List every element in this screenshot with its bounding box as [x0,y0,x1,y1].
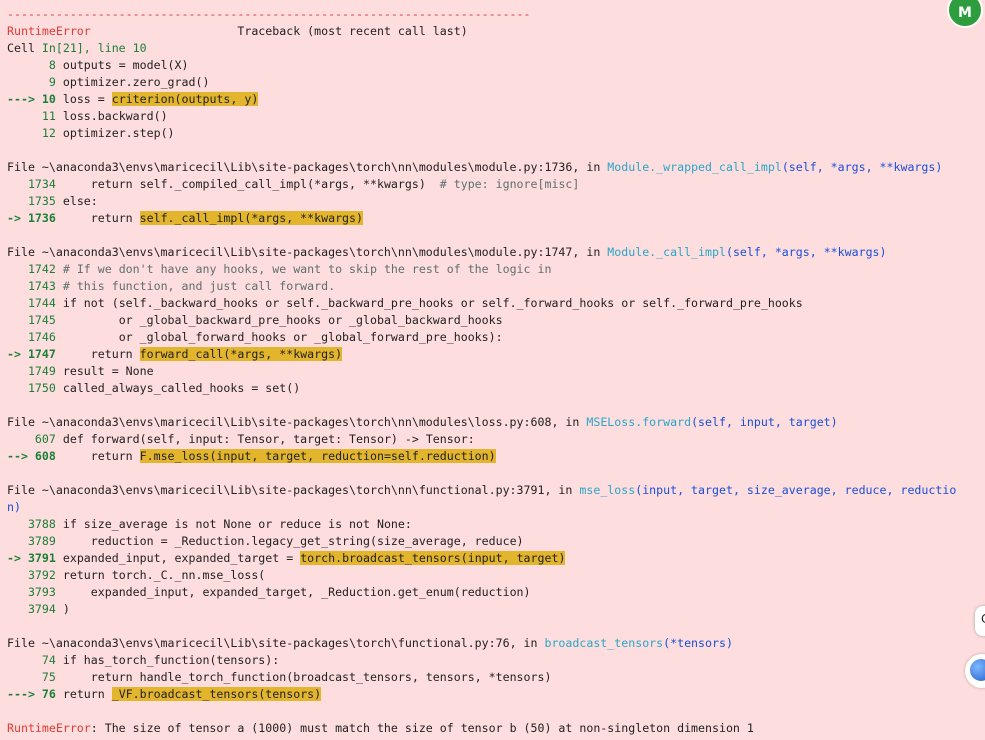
function-name: broadcast_tensors [544,636,664,650]
function-name: mse_loss [579,483,636,497]
error-type: RuntimeError [7,721,91,735]
traceback-header: RuntimeError Traceback (most recent call… [7,23,985,40]
frame-file-line-wrap: n) [7,500,21,514]
code-line: 1744 if not (self._backward_hooks or sel… [27,296,803,310]
cell-ref: In[21], line 10 [41,41,147,55]
code-line: 74 if has_torch_function(tensors): [41,653,280,667]
highlighted-expression: F.mse_loss(input, target, reduction=self… [139,449,496,463]
frame-file-line[interactable]: File ~\anaconda3\envs\maricecil\Lib\site… [7,482,985,499]
code-line: 3793 expanded_input, expanded_target, _R… [27,585,531,599]
code-line: 1749 result = None [27,364,154,378]
final-error-message: RuntimeError: The size of tensor a (1000… [7,721,754,735]
code-line: 3792 return torch._C._nn.mse_loss( [27,568,266,582]
code-line: 11 loss.backward() [41,109,168,123]
traceback-output: ----------------------------------------… [7,6,985,737]
code-line: 1735 else: [27,194,98,208]
frame-file-line[interactable]: File ~\anaconda3\envs\maricecil\Lib\site… [7,244,985,261]
highlighted-expression: forward_call(*args, **kwargs) [139,347,343,361]
code-line: 8 outputs = model(X) [48,58,189,72]
frame-file-line[interactable]: File ~\anaconda3\envs\maricecil\Lib\site… [7,159,985,176]
highlighted-expression: criterion(outputs, y) [111,92,259,106]
traceback-label: Traceback (most recent call last) [237,24,468,38]
code-line-current: --> 608 return F.mse_loss(input, target,… [7,449,496,463]
separator-line: ----------------------------------------… [7,7,531,21]
highlighted-expression: torch.broadcast_tensors(input, target) [300,551,566,565]
code-line: 3794 ) [27,602,70,616]
frame-file-line[interactable]: File ~\anaconda3\envs\maricecil\Lib\site… [7,414,985,431]
code-line-current: -> 3791 expanded_input, expanded_target … [7,551,566,565]
function-name: Module._call_impl [607,245,726,259]
code-line: 75 return handle_torch_function(broadcas… [41,670,552,684]
cell-prefix: Cell [7,41,42,55]
code-line-current: -> 1747 return forward_call(*args, **kwa… [7,347,343,361]
code-line-current: -> 1736 return self._call_impl(*args, **… [7,211,364,225]
function-name: MSELoss.forward [586,415,692,429]
code-line: 9 optimizer.zero_grad() [48,75,210,89]
highlighted-expression: self._call_impl(*args, **kwargs) [139,211,364,225]
code-line: 1745 or _global_backward_pre_hooks or _g… [27,313,503,327]
code-line: 1734 return self._compiled_call_impl(*ar… [27,177,580,191]
code-line: 1742 # If we don't have any hooks, we wa… [27,262,552,276]
code-line-current: ---> 10 loss = criterion(outputs, y) [7,92,259,106]
frame-file-line[interactable]: File ~\anaconda3\envs\maricecil\Lib\site… [7,635,985,652]
code-line: 12 optimizer.step() [41,126,175,140]
function-name: Module._wrapped_call_impl [607,160,782,174]
code-line: 1750 called_always_called_hooks = set() [27,381,301,395]
highlighted-expression: _VF.broadcast_tensors(tensors) [111,687,322,701]
code-line: 1746 or _global_forward_hooks or _global… [27,330,503,344]
code-line: 3788 if size_average is not None or redu… [27,517,412,531]
code-line: 607 def forward(self, input: Tensor, tar… [34,432,475,446]
code-line: 1743 # this function, and just call forw… [27,279,336,293]
code-line: 3789 reduction = _Reduction.legacy_get_s… [27,534,524,548]
code-line-current: ---> 76 return _VF.broadcast_tensors(ten… [7,687,322,701]
cell-reference: Cell In[21], line 10 [7,40,985,57]
error-type: RuntimeError [7,24,91,38]
